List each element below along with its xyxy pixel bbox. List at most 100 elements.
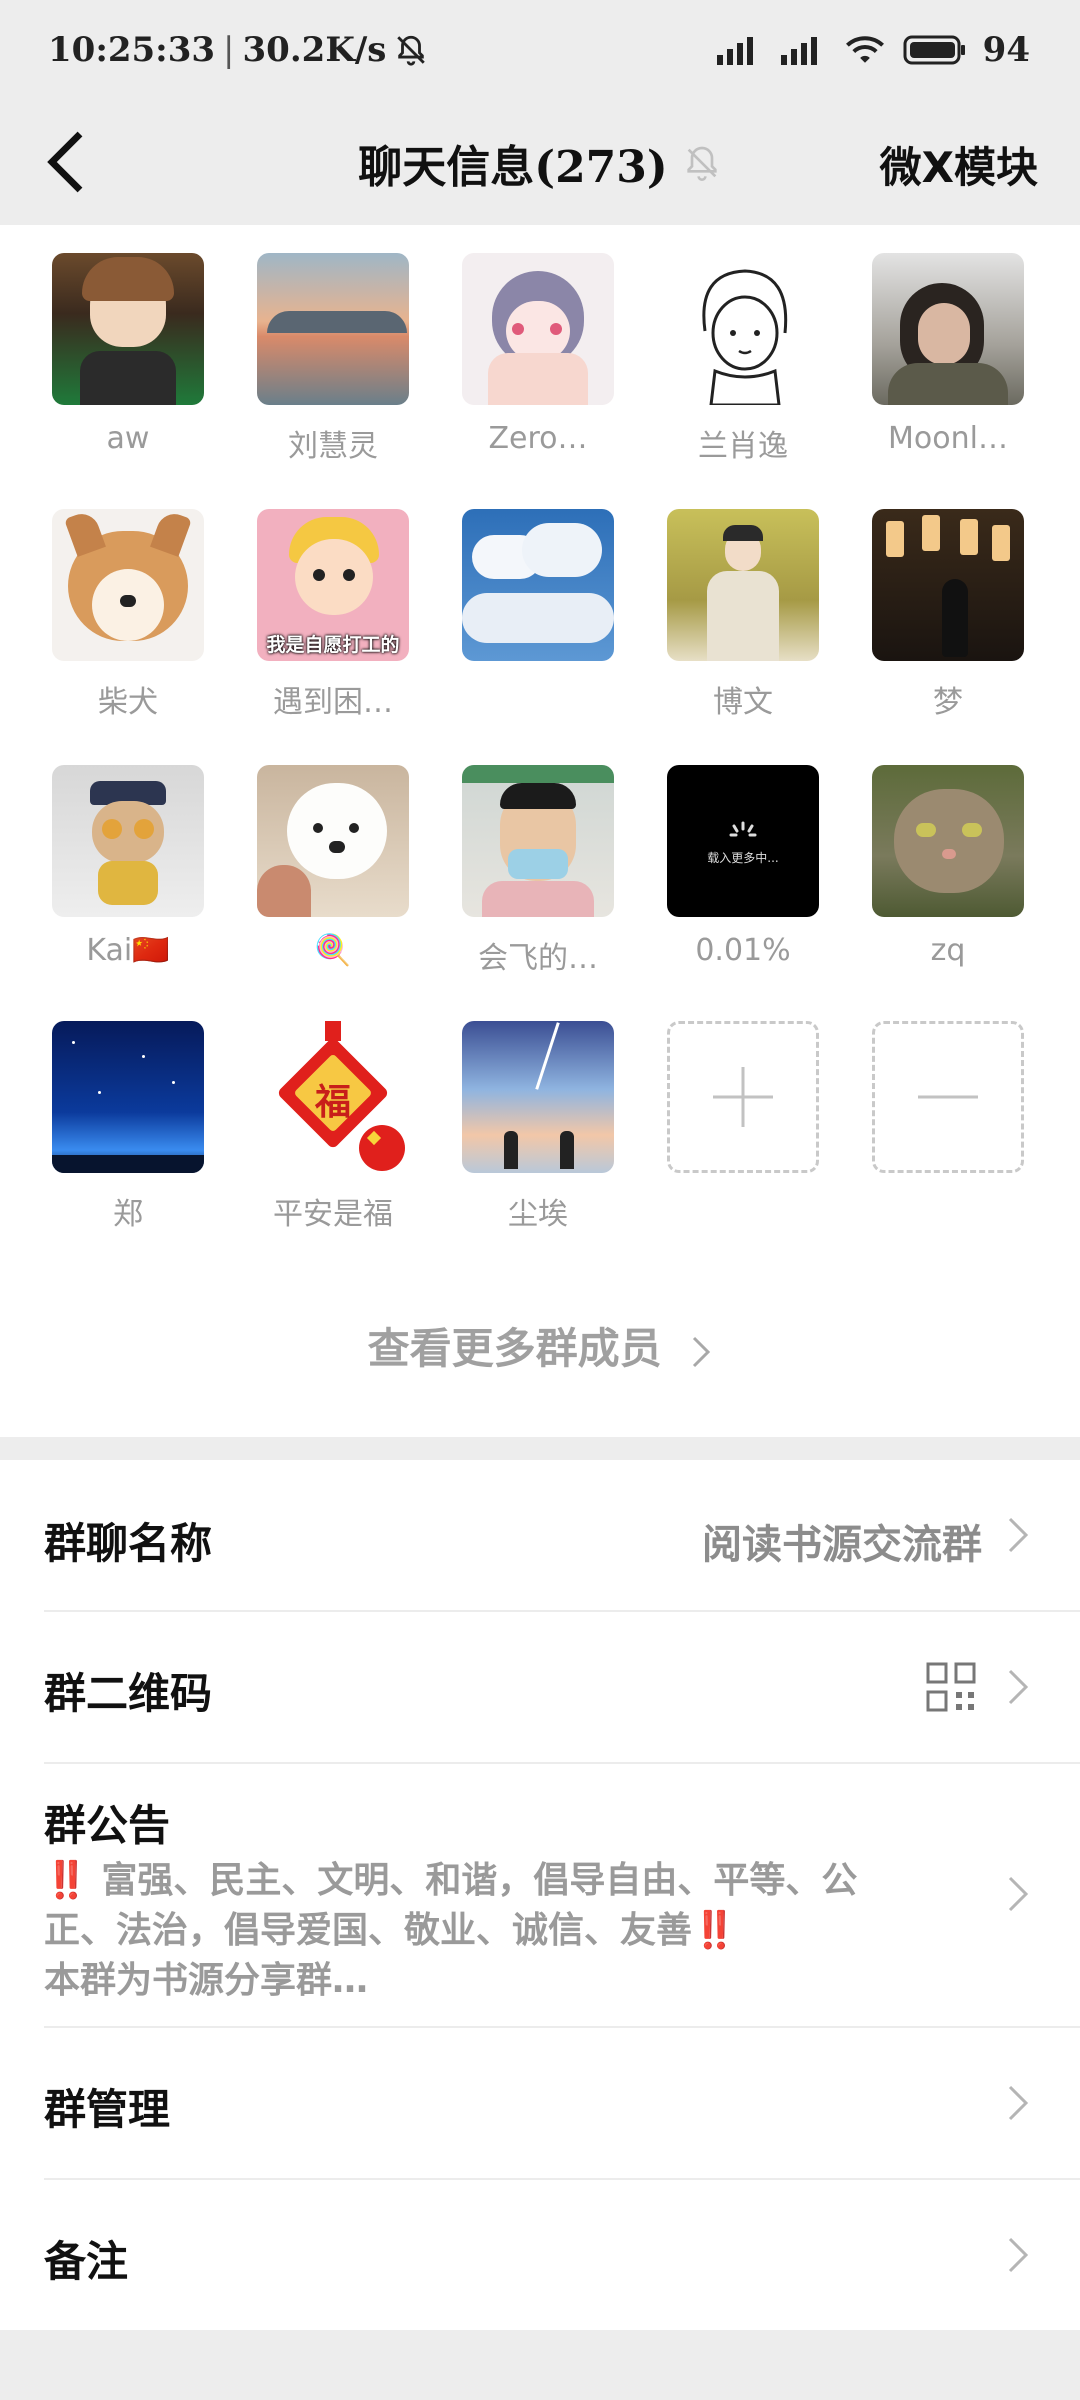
signal-icon — [716, 37, 753, 65]
member-item[interactable]: 🍭 — [257, 765, 409, 968]
battery-icon — [903, 35, 965, 65]
member-name: 尘埃 — [508, 1197, 568, 1232]
signal-icon-2 — [780, 37, 817, 65]
group-name-value: 阅读书源交流群 — [702, 1522, 982, 1568]
member-name: 平安是福 — [273, 1197, 393, 1232]
notice-line-3: 本群为书源分享群… — [44, 1960, 369, 2001]
member-item[interactable]: Moonl… — [872, 253, 1024, 456]
group-qr-row[interactable]: 群二维码 — [0, 1612, 1080, 1762]
member-name: Zero… — [488, 421, 588, 456]
avatar — [52, 1021, 204, 1173]
bell-off-icon — [397, 35, 426, 66]
member-name: 🍭 — [314, 933, 352, 968]
add-member-tile[interactable] — [667, 1021, 819, 1173]
back-icon[interactable] — [36, 130, 96, 194]
member-name: 梦 — [933, 685, 963, 720]
wx-module-button[interactable]: 微X模块 — [880, 134, 1038, 195]
loading-icon — [729, 821, 757, 837]
avatar: 福 — [257, 1021, 409, 1173]
member-item[interactable] — [462, 509, 614, 677]
plus-icon — [713, 1067, 773, 1127]
avatar — [462, 509, 614, 661]
member-item[interactable]: 会飞的… — [462, 765, 614, 977]
notice-line-1: ‼️ 富强、民主、文明、和谐，倡导自由、平等、公 — [44, 1860, 858, 1901]
avatar — [872, 253, 1024, 405]
sketch-avatar — [702, 269, 788, 405]
member-item[interactable]: Zero… — [462, 253, 614, 456]
chevron-right-icon — [1008, 1876, 1029, 1912]
avatar: 我是自愿打工的 — [257, 509, 409, 661]
status-left: 10:25:33 | 30.2K/s — [48, 30, 428, 70]
members-panel: aw 刘慧灵 Zero… 兰肖逸 Moonl… 柴犬 我是自愿打工的 遇到困… … — [0, 225, 1080, 1437]
avatar — [462, 253, 614, 405]
view-more-members-label: 查看更多群成员 — [367, 1324, 662, 1373]
member-item[interactable]: 载入更多中... 0.01% — [667, 765, 819, 968]
avatar — [872, 765, 1024, 917]
member-name: 刘慧灵 — [288, 429, 378, 464]
wifi-icon — [845, 36, 884, 63]
chevron-right-icon — [693, 1336, 711, 1367]
member-name: 郑 — [113, 1197, 143, 1232]
member-name: 兰肖逸 — [698, 429, 788, 464]
member-name: 遇到困… — [273, 685, 393, 720]
network-speed: 30.2K/s — [242, 30, 387, 70]
view-more-members-link[interactable]: 查看更多群成员 — [0, 1315, 1080, 1376]
mute-bell-icon — [687, 146, 717, 181]
avatar-caption: 载入更多中... — [707, 851, 779, 865]
member-item[interactable]: 福 平安是福 — [257, 1021, 409, 1233]
group-name-label: 群聊名称 — [44, 1519, 213, 1568]
member-item[interactable]: 梦 — [872, 509, 1024, 721]
group-notice-text: ‼️ 富强、民主、文明、和谐，倡导自由、平等、公 正、法治，倡导爱国、敬业、诚信… — [44, 1856, 924, 2006]
avatar — [462, 765, 614, 917]
remove-member-button[interactable] — [872, 1021, 1024, 1173]
remark-label: 备注 — [44, 2237, 129, 2286]
avatar — [52, 509, 204, 661]
group-notice-row[interactable]: 群公告 ‼️ 富强、民主、文明、和谐，倡导自由、平等、公 正、法治，倡导爱国、敬… — [0, 1764, 1080, 2024]
member-name: zq — [930, 933, 966, 968]
member-item[interactable]: 兰肖逸 — [667, 253, 819, 465]
chevron-right-icon — [1008, 1669, 1029, 1705]
avatar — [52, 765, 204, 917]
member-item[interactable]: zq — [872, 765, 1024, 968]
group-qr-label: 群二维码 — [44, 1669, 213, 1718]
group-manage-row[interactable]: 群管理 — [0, 2028, 1080, 2178]
member-item[interactable]: aw — [52, 253, 204, 456]
avatar — [872, 509, 1024, 661]
member-name: 0.01% — [695, 933, 791, 968]
member-item[interactable]: 刘慧灵 — [257, 253, 409, 465]
avatar-caption: 福 — [314, 1082, 351, 1123]
status-bar: 10:25:33 | 30.2K/s 94 — [0, 0, 1080, 100]
notice-line-2: 正、法治，倡导爱国、敬业、诚信、友善‼️ — [44, 1910, 737, 1951]
settings-list: 群聊名称 阅读书源交流群 群二维码 群公告 ‼️ 富强、民主、文明、和谐，倡导自… — [0, 1460, 1080, 2330]
notice-bang: ‼️ — [692, 1910, 737, 1951]
minus-icon — [918, 1095, 978, 1099]
avatar-caption: 我是自愿打工的 — [266, 634, 400, 656]
nav-header: 聊天信息(273) 微X模块 — [0, 100, 1080, 225]
avatar — [667, 253, 819, 405]
member-name: aw — [106, 421, 150, 456]
member-item[interactable]: 柴犬 — [52, 509, 204, 721]
remark-row[interactable]: 备注 — [0, 2180, 1080, 2330]
avatar — [462, 1021, 614, 1173]
member-name: 柴犬 — [98, 685, 158, 720]
member-item[interactable]: 博文 — [667, 509, 819, 721]
member-item[interactable]: 我是自愿打工的 遇到困… — [257, 509, 409, 721]
avatar: 载入更多中... — [667, 765, 819, 917]
page-title: 聊天信息(273) — [358, 141, 668, 193]
group-notice-label: 群公告 — [44, 1801, 171, 1850]
status-time: 10:25:33 — [48, 30, 216, 70]
avatar — [257, 253, 409, 405]
add-member-button[interactable] — [667, 1021, 819, 1173]
member-item[interactable]: 尘埃 — [462, 1021, 614, 1233]
avatar — [667, 509, 819, 661]
member-name: Kai🇨🇳 — [86, 933, 170, 968]
member-name: 博文 — [713, 685, 773, 720]
member-name: 会飞的… — [478, 941, 598, 976]
battery-level: 94 — [982, 30, 1030, 70]
group-name-row[interactable]: 群聊名称 阅读书源交流群 — [0, 1460, 1080, 1610]
member-item[interactable]: Kai🇨🇳 — [52, 765, 204, 968]
avatar — [52, 253, 204, 405]
member-item[interactable]: 郑 — [52, 1021, 204, 1233]
remove-member-tile[interactable] — [872, 1021, 1024, 1173]
notice-bang: ‼️ — [44, 1860, 89, 1901]
